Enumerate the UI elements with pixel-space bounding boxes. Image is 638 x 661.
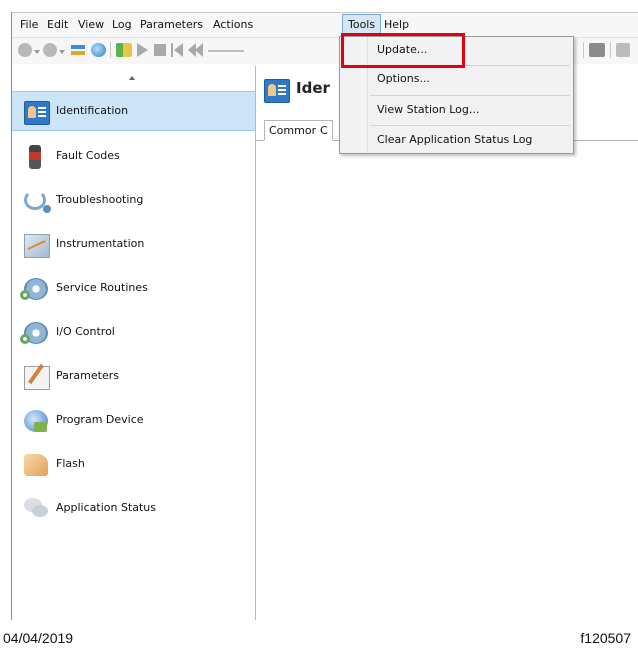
collapse-arrow-icon[interactable] bbox=[129, 76, 135, 80]
id-card-icon bbox=[264, 79, 290, 103]
toolbar-separator bbox=[583, 42, 584, 58]
sidebar-item-label: Service Routines bbox=[56, 281, 148, 294]
sidebar-item-label: Identification bbox=[56, 104, 129, 117]
flash-icon bbox=[24, 454, 48, 476]
menu-bar: File Edit View Log Parameters Actions To… bbox=[12, 13, 638, 38]
menu-separator bbox=[370, 125, 570, 126]
sidebar-item-application-status[interactable]: Application Status bbox=[12, 489, 255, 529]
sidebar-item-troubleshooting[interactable]: Troubleshooting bbox=[12, 181, 255, 221]
update-highlight-box bbox=[341, 33, 465, 68]
sync-arrows-icon[interactable] bbox=[69, 43, 87, 57]
menu-item-options[interactable]: Options... bbox=[377, 72, 430, 85]
page-title: Ider bbox=[296, 79, 330, 97]
tab-second[interactable]: C bbox=[316, 120, 333, 141]
sidebar-item-service-routines[interactable]: Service Routines bbox=[12, 269, 255, 309]
gears-icon bbox=[20, 278, 48, 300]
menu-separator bbox=[370, 95, 570, 96]
chevron-down-icon[interactable] bbox=[59, 50, 65, 54]
chat-bubbles-icon bbox=[24, 498, 48, 517]
sidebar-item-label: Program Device bbox=[56, 413, 144, 426]
id-card-icon bbox=[24, 101, 50, 125]
sidebar-item-parameters[interactable]: Parameters bbox=[12, 357, 255, 397]
menu-help[interactable]: Help bbox=[384, 18, 409, 31]
stop-icon[interactable] bbox=[154, 44, 166, 56]
playback-slider[interactable] bbox=[208, 50, 244, 52]
toolbar-separator bbox=[110, 42, 111, 58]
skip-to-start-icon[interactable] bbox=[171, 43, 183, 57]
toolbar-separator bbox=[610, 42, 611, 58]
menu-view[interactable]: View bbox=[78, 18, 104, 31]
sidebar-item-label: Instrumentation bbox=[56, 237, 145, 250]
book-icon[interactable] bbox=[116, 43, 132, 57]
sidebar-item-label: Parameters bbox=[56, 369, 119, 382]
stethoscope-icon bbox=[24, 190, 51, 213]
tab-common[interactable]: Common bbox=[264, 120, 324, 141]
figure-id: f120507 bbox=[580, 630, 631, 646]
menu-item-clear-application-status-log[interactable]: Clear Application Status Log bbox=[377, 133, 532, 146]
forward-icon[interactable] bbox=[43, 43, 57, 57]
back-icon[interactable] bbox=[18, 43, 32, 57]
footer-date: 04/04/2019 bbox=[3, 630, 74, 646]
gauge-chart-icon bbox=[24, 234, 50, 258]
io-gears-icon bbox=[20, 322, 48, 344]
sidebar-item-label: Troubleshooting bbox=[56, 193, 144, 206]
sidebar-item-label: I/O Control bbox=[56, 325, 115, 338]
play-icon[interactable] bbox=[137, 43, 148, 57]
sidebar-item-flash[interactable]: Flash bbox=[12, 445, 255, 485]
sidebar-item-instrumentation[interactable]: Instrumentation bbox=[12, 225, 255, 265]
sidebar-item-identification[interactable]: Identification bbox=[12, 91, 255, 131]
chevron-down-icon[interactable] bbox=[34, 50, 40, 54]
globe-connect-icon[interactable] bbox=[91, 43, 106, 57]
menu-actions[interactable]: Actions bbox=[213, 18, 253, 31]
parameters-icon bbox=[24, 366, 50, 390]
plug-icon[interactable] bbox=[616, 43, 630, 57]
printer-icon[interactable] bbox=[589, 43, 605, 57]
fault-codes-icon bbox=[29, 145, 41, 169]
menu-item-view-station-log[interactable]: View Station Log... bbox=[377, 103, 479, 116]
program-device-icon bbox=[24, 410, 48, 432]
sidebar-item-label: Application Status bbox=[56, 501, 157, 514]
application-window: File Edit View Log Parameters Actions To… bbox=[0, 0, 638, 620]
sidebar-item-program-device[interactable]: Program Device bbox=[12, 401, 255, 441]
menu-file[interactable]: File bbox=[20, 18, 38, 31]
menu-edit[interactable]: Edit bbox=[47, 18, 68, 31]
menu-parameters[interactable]: Parameters bbox=[140, 18, 203, 31]
sidebar-item-label: Fault Codes bbox=[56, 149, 120, 162]
menu-log[interactable]: Log bbox=[112, 18, 132, 31]
sidebar-item-label: Flash bbox=[56, 457, 85, 470]
rewind-icon[interactable] bbox=[188, 43, 204, 57]
sidebar: Identification Fault Codes Troubleshooti… bbox=[12, 66, 256, 620]
sidebar-item-fault-codes[interactable]: Fault Codes bbox=[12, 137, 255, 177]
sidebar-item-io-control[interactable]: I/O Control bbox=[12, 313, 255, 353]
